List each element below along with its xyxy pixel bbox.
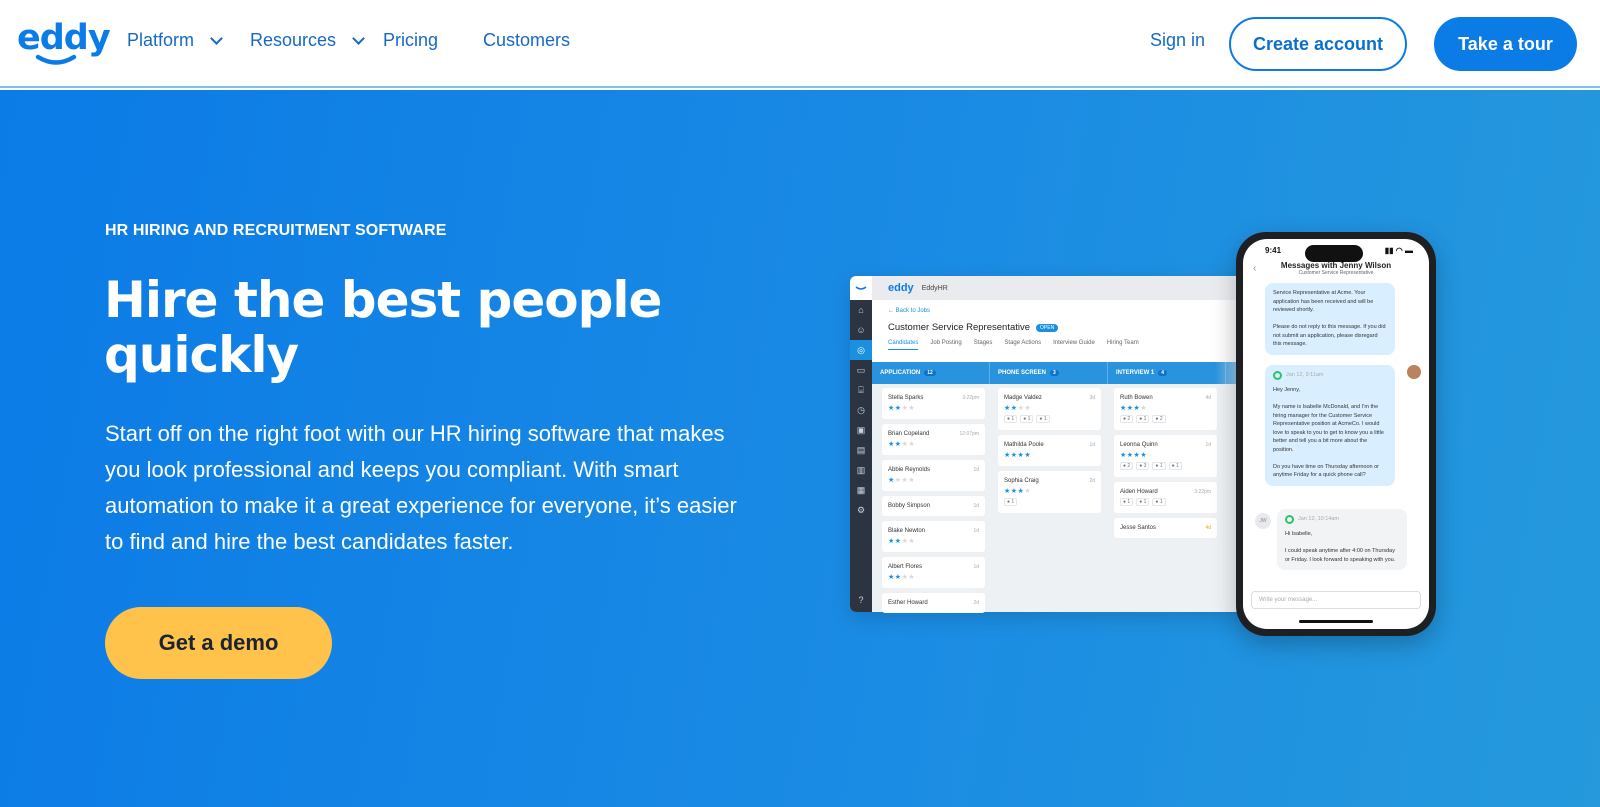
home-icon: ⌂ [858, 305, 864, 315]
candidate-card[interactable]: Jesse Santos 4d [1114, 518, 1217, 538]
feedback-tag: ● 1 [1036, 415, 1050, 423]
building-icon: ⌸ [858, 384, 864, 395]
gear-icon: ⚙ [856, 504, 866, 515]
feedback-tag: ● 1 [1004, 498, 1018, 506]
candidate-card[interactable]: Esther Howard 2d [882, 593, 985, 613]
star-rating: ★★★★ [888, 574, 916, 581]
create-account-button[interactable]: Create account [1229, 17, 1407, 71]
kanban-lane: Stella Sparks 3:22pm ★★★★ Brian Copeland 12:… [882, 388, 985, 618]
candidate-card[interactable]: Stella Sparks 3:22pm ★★★★ [882, 388, 985, 419]
count-badge: 3 [1050, 370, 1059, 376]
feedback-tag: ● 1 [1152, 498, 1166, 506]
chart-icon: ▦ [856, 484, 866, 495]
star-rating: ★★★★ [1120, 405, 1148, 412]
app-tab[interactable]: Candidates [888, 340, 919, 350]
star-rating: ★★★★ [1004, 452, 1032, 459]
feedback-tag: ● 1 [1136, 415, 1150, 423]
app-tab[interactable]: Stage Actions [1004, 340, 1041, 350]
column-header: APPLICATION 12 [872, 362, 990, 384]
feedback-tag: ● 1 [1136, 498, 1150, 506]
status-icon [1285, 515, 1294, 524]
candidate-card[interactable]: Ruth Bowen 4d ★★★★ ● 2 ● 1 ● 2 [1114, 388, 1217, 430]
nav-customers[interactable]: Customers [483, 30, 570, 51]
help-icon: ? [858, 595, 864, 605]
star-rating: ★★★★ [888, 441, 916, 448]
nav-platform[interactable]: Platform [127, 30, 223, 51]
feedback-tag: ● 1 [1004, 415, 1018, 423]
feedback-tag: ● 3 [1136, 462, 1150, 470]
star-rating: ★★★★ [888, 405, 916, 412]
feedback-tag: ● 1 [1152, 462, 1166, 470]
nav-pricing[interactable]: Pricing [383, 30, 438, 51]
candidate-card[interactable]: Abbie Reynolds 1d ★★★★ [882, 460, 985, 491]
app-tab[interactable]: Interview Guide [1053, 340, 1095, 350]
hero-section: HR HIRING AND RECRUITMENT SOFTWARE Hire … [0, 90, 1600, 807]
presentation-icon: ▥ [856, 464, 866, 475]
message-bubble: Jan 12, 10:14am Hi Isabelle, I could spe… [1277, 509, 1407, 570]
star-rating: ★★★★ [888, 477, 916, 484]
candidate-card[interactable]: Leonna Quinn 1d ★★★★ ● 2 ● 3 ● 1 ● 1 [1114, 435, 1217, 477]
star-rating: ★★★★ [888, 538, 916, 545]
candidate-card[interactable]: Blake Newton 1d ★★★★ [882, 521, 985, 552]
search-candidates-icon: ◎ [850, 340, 872, 360]
status-badge: OPEN [1036, 323, 1059, 332]
candidate-card[interactable]: Sophia Craig 2d ★★★★ ● 1 [998, 471, 1101, 513]
candidate-card[interactable]: Albert Flores 1d ★★★★ [882, 557, 985, 588]
candidate-card[interactable]: Bobby Simpson 1d [882, 496, 985, 516]
smile-icon [35, 54, 77, 65]
star-rating: ★★★★ [1120, 452, 1148, 459]
message-bubble: Jan 12, 9:11am Hey Jenny, My name is Isa… [1265, 365, 1395, 486]
feedback-tag: ● 1 [1020, 415, 1034, 423]
count-badge: 12 [924, 370, 936, 376]
feedback-tag: ● 2 [1152, 415, 1166, 423]
chevron-down-icon [210, 31, 223, 45]
kanban-lane: Madge Valdez 3d ★★★★ ● 1 ● 1 ● 1 Mathilda Pool… [998, 388, 1101, 518]
people-icon: ☺ [856, 325, 866, 335]
message-input[interactable]: Write your message... [1251, 591, 1421, 609]
count-badge: 4 [1158, 370, 1168, 376]
message-bubble: Service Representative at Acme. Your app… [1265, 283, 1395, 355]
candidate-card[interactable]: Brian Copeland 12:07pm ★★★★ [882, 424, 985, 455]
hero-lead: Start off on the right foot with our HR … [105, 421, 737, 554]
phone-mockup: 9:41 ▮▮ ◠ ▬ ‹ Messages with Jenny Wilson Cu… [1236, 232, 1436, 636]
clipboard-icon: ▭ [856, 364, 866, 375]
back-icon: ‹ [1253, 263, 1257, 274]
status-icon [1273, 371, 1282, 380]
feedback-tag: ● 1 [1168, 462, 1182, 470]
app-tab[interactable]: Stages [974, 340, 993, 350]
take-tour-button[interactable]: Take a tour [1434, 17, 1577, 71]
money-icon: ▣ [856, 424, 866, 435]
app-tabs: Candidates Job Posting Stages Stage Actions… [888, 340, 1245, 350]
app-tab[interactable]: Hiring Team [1107, 340, 1139, 350]
candidate-card[interactable]: Madge Valdez 3d ★★★★ ● 1 ● 1 ● 1 [998, 388, 1101, 430]
hero-title: Hire the best people quickly [104, 271, 662, 384]
app-tab[interactable]: Job Posting [930, 340, 961, 350]
candidate-card[interactable]: Aiden Howard 3:22pm ● 1 ● 1 ● 1 [1114, 482, 1217, 513]
feedback-tag: ● 2 [1120, 415, 1134, 423]
column-header: INTERVIEW 14 [1108, 362, 1226, 384]
app-sidebar: ⌂ ☺ ◎ ▭ ⌸ ◷ ▣ ▤ ▥ ▦ ⚙ ? [850, 276, 872, 612]
smile-icon [855, 285, 867, 290]
chevron-down-icon [352, 31, 365, 45]
star-rating: ★★★★ [1004, 405, 1032, 412]
candidate-card[interactable]: Mathilda Poole 1d ★★★★ [998, 435, 1101, 466]
kanban-lane: Ruth Bowen 4d ★★★★ ● 2 ● 1 ● 2 Leonna Quinn 1d ★… [1114, 388, 1217, 543]
top-nav: eddy Platform Resources Pricing Customer… [0, 0, 1600, 88]
avatar [1407, 365, 1421, 379]
feedback-tag: ● 1 [1120, 498, 1134, 506]
get-demo-button[interactable]: Get a demo [105, 607, 332, 679]
nav-resources[interactable]: Resources [250, 30, 365, 51]
documents-icon: ▤ [856, 444, 866, 455]
feedback-tag: ● 2 [1120, 462, 1134, 470]
star-rating: ★★★★ [1004, 488, 1032, 495]
signal-battery-icon: ▮▮ ◠ ▬ [1384, 245, 1413, 255]
hero-eyebrow: HR HIRING AND RECRUITMENT SOFTWARE [105, 222, 447, 239]
column-header: PHONE SCREEN 3 [990, 362, 1108, 384]
eddy-logo[interactable]: eddy [17, 20, 111, 66]
avatar: JW [1255, 513, 1271, 529]
clock-icon: ◷ [857, 404, 865, 415]
sign-in-link[interactable]: Sign in [1150, 30, 1205, 51]
